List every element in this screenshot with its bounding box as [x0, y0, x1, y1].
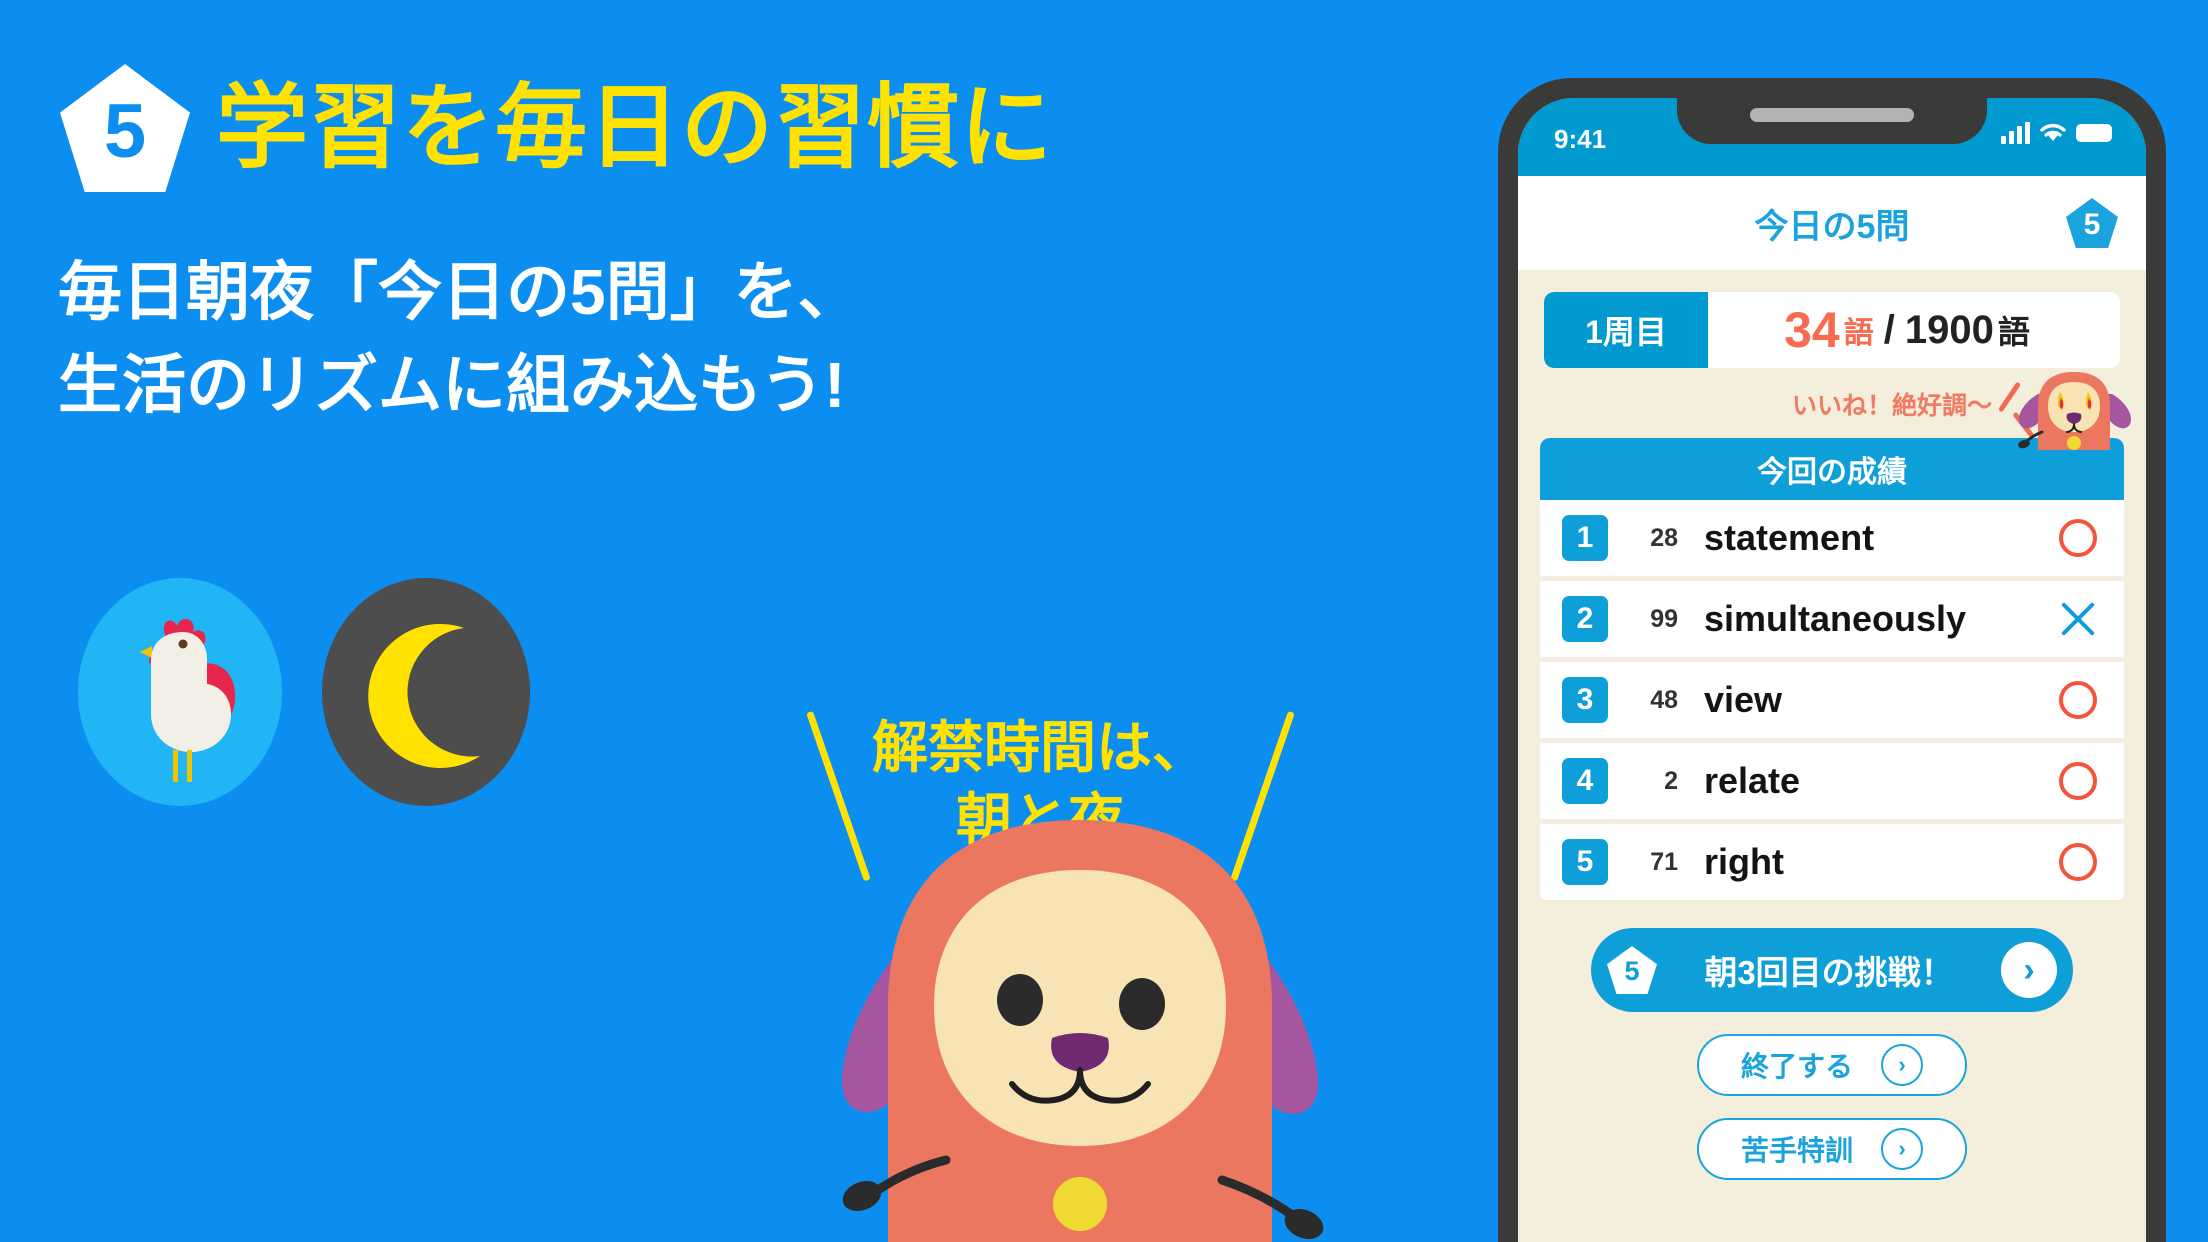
count-separator: / — [1883, 307, 1895, 352]
cta-badge-label: 5 — [1624, 956, 1640, 986]
result-mark-correct-icon — [2054, 762, 2102, 800]
finish-button[interactable]: 終了する › — [1697, 1034, 1967, 1096]
subheading-line-2: 生活のリズムに組み込もう! — [58, 348, 846, 421]
crescent-moon-icon — [368, 623, 480, 768]
total-word-count: 1900 — [1904, 307, 1994, 352]
app-bar-pentagon-badge[interactable]: 5 — [2066, 198, 2118, 248]
app-bar-badge-label: 5 — [2083, 208, 2101, 241]
signal-bars-icon — [2001, 122, 2030, 144]
row-index: 1 — [1562, 515, 1608, 561]
table-row[interactable]: 1 28 statement — [1540, 500, 2124, 576]
total-word-unit: 語 — [1997, 314, 2030, 350]
dog-mascot-mini — [2018, 372, 2132, 450]
chevron-right-icon: › — [1881, 1044, 1923, 1086]
headline-row: 5 学習を毎日の習慣に — [60, 62, 1053, 194]
chevron-right-icon: › — [1881, 1128, 1923, 1170]
cheer-text: いいね！絶好調〜 — [1791, 392, 1992, 420]
page-title: 学習を毎日の習慣に — [216, 77, 1054, 179]
lap-label: 1周目 — [1544, 292, 1708, 368]
slide-canvas: 5 学習を毎日の習慣に 毎日朝夜「今日の5問」を、 生活のリズムに組み込もう! … — [0, 0, 2208, 1242]
table-row[interactable]: 3 48 view — [1540, 662, 2124, 738]
row-word: right — [1704, 841, 1784, 882]
row-index: 3 — [1562, 677, 1608, 723]
current-word-unit: 語 — [1843, 317, 1874, 350]
battery-icon — [2076, 124, 2112, 142]
status-time: 9:41 — [1554, 124, 1607, 154]
table-row[interactable]: 4 2 relate — [1540, 743, 2124, 819]
row-number: 28 — [1650, 523, 1678, 552]
phone-screen: 9:41 今日の5問 5 1周目 34 語 / 1900 語 いいね！絶好調〜 … — [1518, 98, 2146, 1242]
progress-card: 1周目 34 語 / 1900 語 — [1544, 292, 2120, 368]
next-challenge-button[interactable]: 5 朝3回目の挑戦！ › — [1591, 928, 2073, 1012]
app-bar: 今日の5問 5 — [1518, 176, 2146, 270]
row-index: 4 — [1562, 758, 1608, 804]
speaker-grille — [1750, 108, 1914, 122]
row-number: 2 — [1664, 766, 1678, 795]
result-mark-correct-icon — [2054, 519, 2102, 557]
row-word: relate — [1704, 760, 1801, 801]
subheading: 毎日朝夜「今日の5問」を、 生活のリズムに組み込もう! — [58, 246, 862, 432]
result-mark-correct-icon — [2054, 843, 2102, 881]
row-number: 71 — [1650, 847, 1678, 876]
row-number: 48 — [1650, 685, 1678, 714]
row-word: view — [1704, 679, 1783, 720]
word-count: 34 語 / 1900 語 — [1708, 292, 2120, 368]
row-word: simultaneously — [1704, 598, 1967, 639]
wifi-icon — [2040, 123, 2066, 141]
row-word: statement — [1704, 517, 1875, 558]
row-index: 5 — [1562, 839, 1608, 885]
status-indicators — [2001, 122, 2112, 144]
phone-mockup: 9:41 今日の5問 5 1周目 34 語 / 1900 語 いいね！絶好調〜 … — [1498, 78, 2166, 1242]
slide-number-label: 5 — [103, 89, 147, 174]
app-bar-title: 今日の5問 — [1754, 207, 1910, 246]
status-bar: 9:41 — [1518, 98, 2146, 176]
row-index: 2 — [1562, 596, 1608, 642]
current-word-count: 34 — [1784, 302, 1840, 358]
dog-mascot-large — [841, 820, 1324, 1242]
cheer-area: いいね！絶好調〜 — [1518, 372, 2146, 450]
table-row[interactable]: 5 71 right — [1540, 824, 2124, 900]
chevron-right-icon: › — [2001, 942, 2057, 998]
cta-label: 朝3回目の挑戦！ — [1704, 954, 1954, 991]
weak-point-training-button[interactable]: 苦手特訓 › — [1697, 1118, 1967, 1180]
subheading-line-1: 毎日朝夜「今日の5問」を、 — [58, 256, 862, 328]
weak-point-training-label: 苦手特訓 — [1740, 1135, 1853, 1166]
phone-notch — [1677, 98, 1987, 144]
cta-pentagon-badge: 5 — [1607, 946, 1657, 994]
result-mark-wrong-icon — [2054, 597, 2102, 641]
rooster-icon — [140, 618, 236, 782]
slide-number-badge: 5 — [60, 64, 190, 192]
result-mark-correct-icon — [2054, 681, 2102, 719]
finish-button-label: 終了する — [1740, 1051, 1853, 1082]
row-number: 99 — [1650, 604, 1678, 633]
table-row[interactable]: 2 99 simultaneously — [1540, 581, 2124, 657]
results-list: 1 28 statement 2 99 simultaneously 3 48 … — [1540, 500, 2124, 900]
